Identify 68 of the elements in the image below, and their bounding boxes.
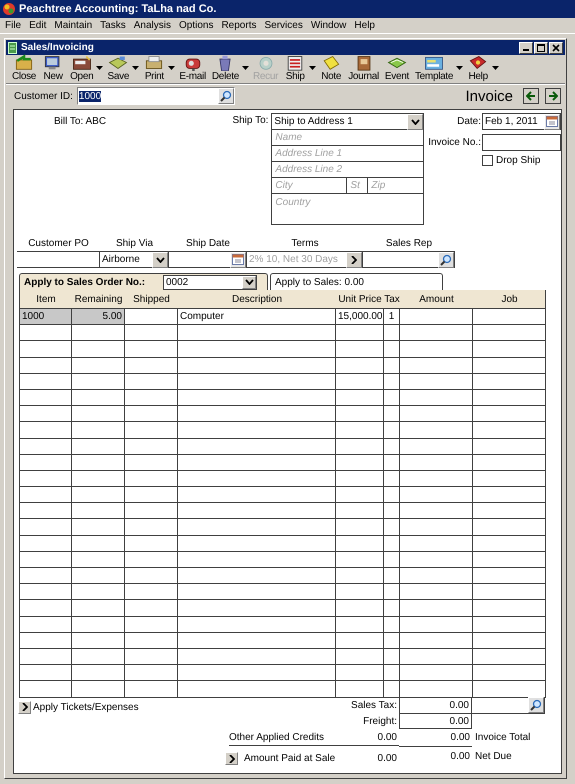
column-header: Tax [384, 294, 400, 304]
email-button[interactable]: E-mail [177, 54, 208, 82]
tab[interactable]: Apply to Sales Order No.: 0002 [19, 273, 268, 290]
sales-tax-field: 0.00 [399, 698, 472, 714]
field-label: Ship Via [114, 238, 154, 251]
menu-item[interactable]: Reports [217, 20, 260, 31]
column-header: Amount [418, 294, 455, 304]
menu-item[interactable]: Window [306, 20, 350, 31]
bill-to-text: Bill To: ABC [54, 116, 106, 127]
column-header: Item [35, 294, 57, 304]
ship-via-dropdown[interactable]: Airborne [100, 251, 169, 268]
field-label: Customer ID: [14, 90, 73, 102]
field-label: Freight: [362, 714, 398, 728]
table-cell[interactable]: 1 [384, 309, 400, 326]
menu-item[interactable]: Maintain [50, 20, 96, 31]
menu-item[interactable]: Services [260, 20, 307, 31]
table-cell[interactable]: 15,000.00 [336, 309, 384, 326]
field-label: Terms [290, 238, 320, 251]
date-field[interactable]: Feb 1, 2011 [482, 113, 561, 130]
menu-item[interactable]: Tasks [96, 20, 130, 31]
link-text[interactable]: Apply Tickets/Expenses [33, 702, 139, 712]
document-title: Invoice [465, 88, 513, 104]
field-label: Ship Date [185, 238, 231, 251]
template-button[interactable]: Template [412, 54, 456, 82]
amount-text: 0.00 [450, 750, 471, 764]
amount-text: 0.00 [376, 753, 398, 764]
field-label: Sales Tax: [350, 698, 398, 712]
column-header: Remaining [74, 294, 124, 304]
column-header: Unit Price [337, 294, 383, 304]
table-cell[interactable]: 5.00 [72, 309, 125, 326]
field-label: Ship To: [232, 115, 268, 126]
new-button[interactable]: New [40, 54, 66, 82]
table-cell[interactable]: Computer [178, 309, 336, 326]
table-cell[interactable]: 1000 [20, 309, 72, 326]
column-header: Job [500, 294, 519, 304]
print-button[interactable]: Print [141, 54, 168, 82]
menu-item[interactable]: Edit [25, 20, 50, 31]
field-label: Sales Rep [384, 238, 434, 251]
open-button[interactable]: Open [68, 54, 96, 82]
column-header: Description [230, 294, 284, 304]
note-button[interactable]: Note [318, 54, 344, 82]
field-label: Invoice No.: [427, 137, 481, 148]
field-label: Net Due [474, 750, 513, 764]
field-label: Invoice Total [474, 730, 532, 744]
field-label: Customer PO [27, 238, 90, 251]
help-button[interactable]: Help [465, 54, 492, 82]
menu-item[interactable]: Analysis [130, 20, 175, 31]
save-button[interactable]: Save [105, 54, 132, 82]
field-label: Other Applied Credits [229, 732, 324, 742]
delete-button[interactable]: Delete [210, 54, 241, 82]
event-button[interactable]: Event [382, 54, 411, 82]
amount-text: 0.00 [376, 732, 398, 742]
ship-to-dropdown[interactable]: Ship to Address 1 [272, 114, 423, 130]
window-title: Sales/Invoicing [21, 42, 95, 53]
column-header: Shipped [132, 294, 171, 304]
customer-id-field[interactable]: 1000 [76, 87, 235, 105]
journal-button[interactable]: Journal [346, 54, 381, 82]
close-button[interactable]: Close [10, 54, 38, 82]
menu-item[interactable]: Help [350, 20, 379, 31]
field-label: Date: [456, 116, 481, 127]
tab[interactable]: Apply to Sales: 0.00 [270, 273, 443, 290]
menu-item[interactable]: Options [174, 20, 218, 31]
freight-field: 0.00 [399, 712, 472, 728]
ship-button[interactable]: Ship [282, 54, 308, 82]
amount-text: 0.00 [399, 730, 472, 746]
app-title: Peachtree Accounting: TaLha nad Co. [19, 3, 216, 15]
checkbox-label: Drop Ship [496, 155, 540, 166]
menu-item[interactable]: File [1, 20, 26, 31]
